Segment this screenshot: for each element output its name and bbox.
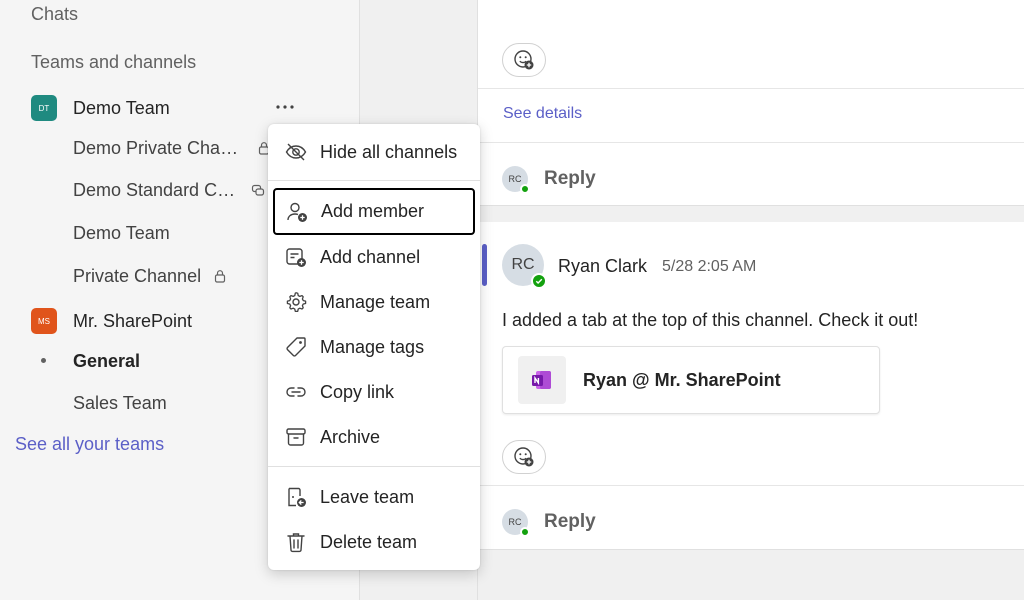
see-details-link[interactable]: See details	[503, 105, 582, 123]
tab-card[interactable]: Ryan @ Mr. SharePoint	[502, 346, 880, 414]
menu-item-delete-team[interactable]: Delete team	[274, 520, 474, 564]
eye-off-icon	[284, 140, 308, 164]
channel-sales-team[interactable]: Sales Team	[73, 390, 167, 416]
add-reaction-button[interactable]	[502, 440, 546, 474]
team-context-menu: Hide all channels Add member Add channel…	[268, 124, 480, 570]
channel-name: Sales Team	[73, 392, 167, 413]
channel-general[interactable]: General	[73, 348, 140, 374]
onenote-icon	[518, 356, 566, 404]
divider	[478, 88, 1024, 89]
leave-icon	[284, 485, 308, 509]
menu-item-archive[interactable]: Archive	[274, 415, 474, 459]
reply-label: Reply	[544, 168, 596, 189]
trash-icon	[284, 530, 308, 554]
shared-channel-icon	[251, 183, 265, 197]
channel-demo-team[interactable]: Demo Team	[73, 220, 170, 246]
tag-icon	[284, 335, 308, 359]
message-accent-bar	[482, 244, 487, 286]
channel-name: Demo Team	[73, 222, 170, 243]
menu-item-add-channel[interactable]: Add channel	[274, 235, 474, 279]
team-mr-sharepoint[interactable]: MS Mr. SharePoint	[31, 307, 192, 335]
avatar: RC	[502, 509, 530, 537]
tab-card-title: Ryan @ Mr. SharePoint	[583, 369, 781, 390]
message-author[interactable]: Ryan Clark	[558, 256, 647, 277]
message-body: I added a tab at the top of this channel…	[502, 310, 919, 330]
message-timestamp: 5/28 2:05 AM	[662, 258, 757, 275]
channel-demo-standard[interactable]: Demo Standard Channel	[73, 177, 265, 203]
add-reaction-button[interactable]	[502, 43, 546, 77]
link-icon	[284, 380, 308, 404]
divider	[478, 485, 1024, 486]
reply-label: Reply	[544, 511, 596, 532]
gear-icon	[284, 290, 308, 314]
presence-available-icon	[531, 273, 547, 289]
presence-available-icon	[520, 527, 530, 537]
previous-post: See details RC Reply	[478, 0, 1024, 206]
channel-demo-private[interactable]: Demo Private Channel	[73, 135, 271, 161]
teams-channels-section-label[interactable]: Teams and channels	[31, 52, 196, 73]
team-avatar: DT	[31, 95, 57, 121]
avatar: RC	[502, 166, 530, 194]
menu-item-copy-link[interactable]: Copy link	[274, 370, 474, 414]
channel-name: Demo Private Channel	[73, 137, 245, 158]
emoji-add-icon	[514, 447, 534, 467]
emoji-add-icon	[514, 50, 534, 70]
menu-divider	[268, 180, 480, 181]
channel-name: General	[73, 350, 141, 371]
menu-item-hide-all-channels[interactable]: Hide all channels	[274, 130, 474, 174]
author-avatar[interactable]: RC	[502, 244, 547, 289]
lock-icon	[213, 269, 227, 283]
more-options-icon[interactable]	[272, 96, 298, 118]
reply-button[interactable]: RC Reply	[502, 166, 596, 194]
team-avatar: MS	[31, 308, 57, 334]
channel-name: Demo Standard Channel	[73, 179, 239, 200]
menu-item-add-member[interactable]: Add member	[273, 188, 475, 235]
person-add-icon	[285, 200, 309, 224]
divider	[478, 142, 1024, 143]
archive-icon	[284, 425, 308, 449]
menu-item-manage-tags[interactable]: Manage tags	[274, 325, 474, 369]
channel-name: Private Channel	[73, 265, 202, 286]
team-name: Demo Team	[73, 97, 170, 118]
conversation-pane: See details RC Reply RC Ryan Clark 5/28 …	[478, 0, 1024, 600]
channel-add-icon	[284, 245, 308, 269]
chats-section-label[interactable]: Chats	[31, 4, 78, 25]
menu-divider	[268, 466, 480, 467]
presence-available-icon	[520, 184, 530, 194]
see-all-teams-link[interactable]: See all your teams	[15, 434, 164, 455]
menu-item-manage-team[interactable]: Manage team	[274, 280, 474, 324]
channel-private[interactable]: Private Channel	[73, 263, 227, 289]
menu-item-leave-team[interactable]: Leave team	[274, 475, 474, 519]
team-demo-team[interactable]: DT Demo Team	[31, 94, 170, 122]
team-name: Mr. SharePoint	[73, 310, 193, 331]
message-post: RC Ryan Clark 5/28 2:05 AM I added a tab…	[478, 222, 1024, 550]
reply-button[interactable]: RC Reply	[502, 509, 596, 537]
selected-indicator	[41, 358, 46, 363]
